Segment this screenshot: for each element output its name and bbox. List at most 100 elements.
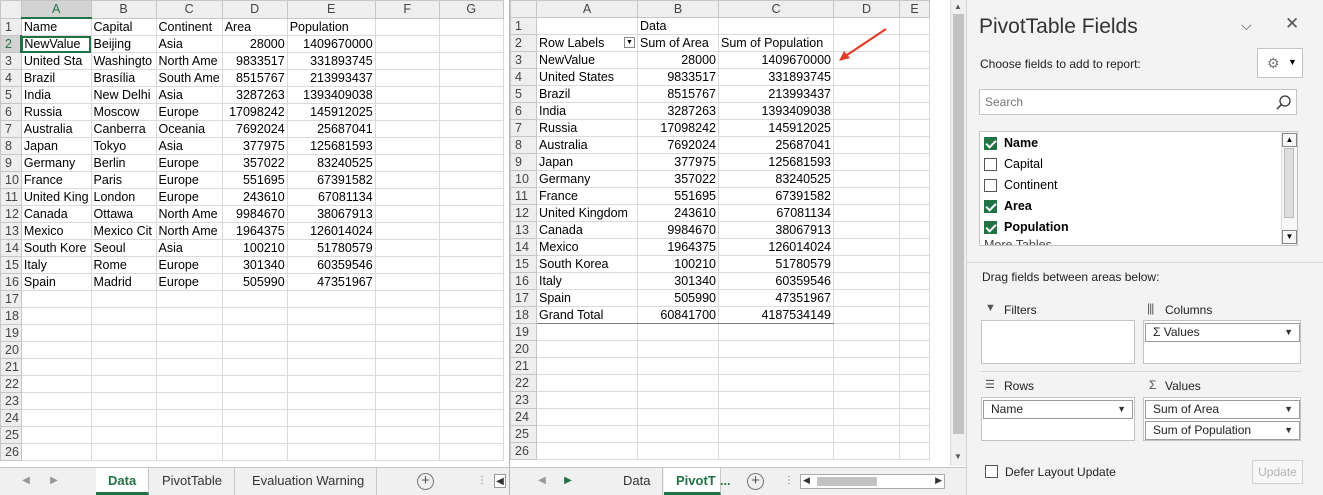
row-labels-header[interactable]: Row Labels ▼	[536, 34, 638, 52]
cell[interactable]	[221, 392, 288, 410]
cell[interactable]	[374, 188, 440, 206]
cell[interactable]: 301340	[221, 256, 288, 274]
cell[interactable]	[374, 86, 440, 104]
values-sum-population-pill[interactable]: Sum of Population ▼	[1145, 421, 1300, 440]
cell[interactable]: Brazil	[20, 69, 92, 87]
tab-ellipsis[interactable]: ...	[720, 474, 730, 488]
column-header-f[interactable]: F	[374, 0, 440, 19]
cell[interactable]	[374, 392, 440, 410]
add-sheet-icon[interactable]: +	[747, 473, 764, 490]
cell[interactable]: Russia	[20, 103, 92, 121]
cell[interactable]: 7692024	[221, 120, 288, 138]
row-header[interactable]: 19	[510, 323, 537, 341]
cell[interactable]	[438, 256, 504, 274]
row-header[interactable]: 21	[0, 358, 22, 376]
cell[interactable]: 1964375	[221, 222, 288, 240]
cell[interactable]: 9833517	[637, 68, 719, 86]
cell[interactable]: 357022	[221, 154, 288, 172]
cell[interactable]	[20, 341, 92, 359]
cell[interactable]	[286, 358, 376, 376]
cell[interactable]: 1409670000	[286, 35, 376, 53]
column-header-d[interactable]: D	[833, 0, 900, 18]
cell[interactable]	[286, 324, 376, 342]
cell[interactable]	[899, 425, 930, 443]
cell[interactable]	[833, 238, 900, 256]
cell[interactable]	[155, 409, 223, 427]
search-input[interactable]: Search	[979, 89, 1297, 115]
rows-drop-area[interactable]: Name ▼	[981, 397, 1135, 441]
row-header[interactable]: 25	[0, 426, 22, 444]
cell[interactable]	[20, 375, 92, 393]
row-header[interactable]: 11	[0, 188, 22, 206]
cell[interactable]	[899, 119, 930, 137]
filter-dropdown-icon[interactable]: ▼	[624, 37, 635, 48]
row-header[interactable]: 6	[510, 102, 537, 120]
row-header[interactable]: 19	[0, 324, 22, 342]
field-checkbox[interactable]	[984, 200, 997, 213]
cell[interactable]	[833, 136, 900, 154]
add-sheet-icon[interactable]: +	[417, 473, 434, 490]
cell[interactable]	[374, 103, 440, 121]
cell[interactable]: Spain	[20, 273, 92, 291]
cell[interactable]: 1409670000	[718, 51, 834, 69]
cell[interactable]	[90, 307, 157, 325]
cell[interactable]: 28000	[221, 35, 288, 53]
cell[interactable]	[899, 391, 930, 409]
tab-scroll-right-icon[interactable]: ▶	[562, 474, 574, 488]
rows-name-pill[interactable]: Name ▼	[983, 400, 1133, 419]
column-header-g[interactable]: G	[438, 0, 504, 19]
sum-of-area-header[interactable]: Sum of Area	[637, 34, 719, 52]
cell[interactable]	[374, 171, 440, 189]
cell[interactable]	[221, 290, 288, 308]
cell[interactable]	[899, 68, 930, 86]
cell[interactable]	[374, 409, 440, 427]
cell[interactable]: New Delhi	[90, 86, 157, 104]
cell[interactable]	[899, 204, 930, 222]
cell[interactable]	[536, 17, 638, 35]
cell[interactable]: 67081134	[286, 188, 376, 206]
cell[interactable]	[438, 409, 504, 427]
cell[interactable]	[718, 391, 834, 409]
cell[interactable]: Mexico	[20, 222, 92, 240]
cell[interactable]: Italy	[536, 272, 638, 290]
cell[interactable]	[438, 17, 504, 36]
vertical-scroll-thumb[interactable]	[953, 14, 964, 434]
cell[interactable]: South Kore	[20, 239, 92, 257]
cell[interactable]: 551695	[637, 187, 719, 205]
row-header[interactable]: 23	[0, 392, 22, 410]
cell[interactable]	[438, 35, 504, 53]
cell[interactable]	[833, 408, 900, 426]
cell[interactable]	[155, 290, 223, 308]
cell[interactable]: 100210	[221, 239, 288, 257]
column-header-c[interactable]: C	[155, 0, 223, 19]
cell[interactable]	[899, 170, 930, 188]
cell[interactable]	[438, 154, 504, 172]
cell[interactable]	[718, 340, 834, 358]
tab-data[interactable]: Data	[96, 468, 150, 495]
cell[interactable]	[536, 340, 638, 358]
cell[interactable]	[155, 375, 223, 393]
cell[interactable]: 1964375	[637, 238, 719, 256]
cell[interactable]: 125681593	[286, 137, 376, 155]
cell[interactable]: Europe	[155, 171, 223, 189]
hscroll-left-icon[interactable]: ◀	[494, 474, 506, 488]
cell[interactable]: Asia	[155, 35, 223, 53]
cell[interactable]	[637, 323, 719, 341]
cell[interactable]: Europe	[155, 154, 223, 172]
cell[interactable]: 357022	[637, 170, 719, 188]
cell[interactable]	[374, 205, 440, 223]
tab-data[interactable]: Data	[611, 468, 664, 495]
cell[interactable]	[286, 290, 376, 308]
cell[interactable]: 51780579	[286, 239, 376, 257]
cell[interactable]: 47351967	[286, 273, 376, 291]
cell[interactable]	[899, 442, 930, 460]
cell[interactable]: North Ame	[155, 222, 223, 240]
cell[interactable]	[899, 102, 930, 120]
row-header[interactable]: 21	[510, 357, 537, 375]
cell[interactable]	[374, 307, 440, 325]
cell[interactable]	[899, 85, 930, 103]
row-header[interactable]: 10	[0, 171, 22, 189]
cell[interactable]	[718, 17, 834, 35]
cell[interactable]: 505990	[637, 289, 719, 307]
tab-scroll-right-icon[interactable]: ▶	[48, 474, 60, 488]
